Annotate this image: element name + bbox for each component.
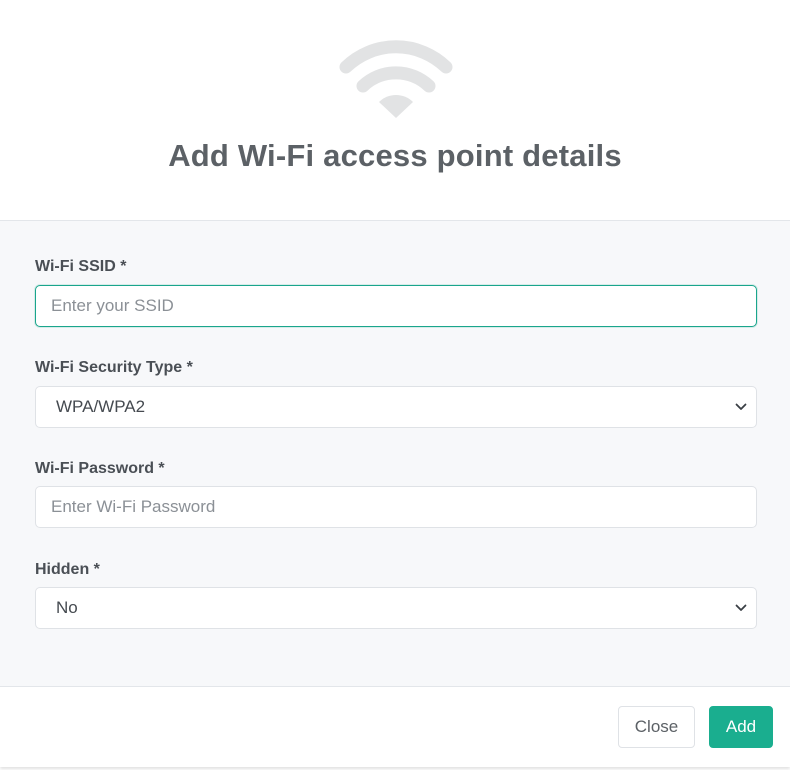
dialog-body: Wi-Fi SSID * Wi-Fi Security Type * WPA/W… xyxy=(0,221,790,686)
close-button[interactable]: Close xyxy=(618,706,695,748)
ssid-label: Wi-Fi SSID * xyxy=(35,258,127,275)
password-label: Wi-Fi Password * xyxy=(35,460,165,477)
chevron-down-icon xyxy=(734,400,748,414)
security-type-select[interactable]: WPA/WPA2 xyxy=(35,386,757,428)
security-type-value: WPA/WPA2 xyxy=(56,397,146,416)
dialog-footer: Close Add xyxy=(0,686,790,767)
password-input[interactable] xyxy=(35,486,757,528)
add-button[interactable]: Add xyxy=(709,706,773,748)
hidden-label: Hidden * xyxy=(35,561,100,578)
security-type-label: Wi-Fi Security Type * xyxy=(35,359,193,376)
dialog-title: Add Wi-Fi access point details xyxy=(168,138,622,173)
wifi-icon xyxy=(339,40,453,118)
chevron-down-icon xyxy=(734,601,748,615)
ssid-input[interactable] xyxy=(35,285,757,327)
dialog-header: Add Wi-Fi access point details xyxy=(0,0,790,221)
hidden-select[interactable]: No xyxy=(35,587,757,629)
add-wifi-dialog: Add Wi-Fi access point details Wi-Fi SSI… xyxy=(0,0,790,767)
hidden-value: No xyxy=(56,598,78,617)
